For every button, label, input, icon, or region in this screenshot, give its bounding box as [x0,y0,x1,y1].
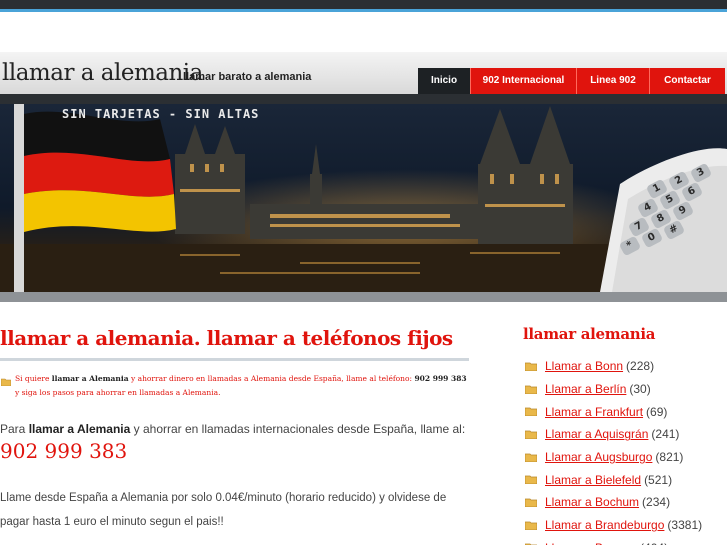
intro-paragraph: Para llamar a Alemania y ahorrar en llam… [0,422,466,436]
sidebar-item: Llamar a Berlín (30) [525,378,702,401]
main-nav: Inicio 902 Internacional Linea 902 Conta… [418,68,725,94]
folder-icon [525,385,537,394]
title-divider [0,358,469,361]
banner-bottom-strip [0,292,727,302]
sidebar-item-link[interactable]: Llamar a Berlín [545,382,626,396]
sidebar-title: llamar alemania [523,325,656,343]
phone-number[interactable]: 902 999 383 [0,439,127,463]
sidebar-item: Llamar a Bonn (228) [525,355,702,378]
folder-icon [525,453,537,462]
sidebar-item-link[interactable]: Llamar a Bochum [545,495,639,509]
sidebar-item-count: (228) [626,359,655,374]
page-title: llamar a alemania. llamar a teléfonos fi… [0,326,453,350]
sidebar-item: Llamar a Aquisgrán (241) [525,423,702,446]
sidebar-item-link[interactable]: Llamar a Bremen [545,541,637,545]
site-tagline: llamar barato a alemania [183,71,312,83]
folder-icon [525,498,537,507]
folder-icon [525,407,537,417]
banner-slogan: SIN TARJETAS - SIN ALTAS [62,107,260,121]
header-divider [0,94,727,104]
sidebar-item: Llamar a Brandeburgo (3381) [525,514,702,537]
sidebar-item-count: (241) [651,427,680,442]
sidebar-item-link[interactable]: Llamar a Frankfurt [545,405,643,419]
nav-item-linea-902[interactable]: Linea 902 [576,68,649,94]
sidebar-city-list: Llamar a Bonn (228) Llamar a Berlín (30) Lla… [525,355,702,545]
folder-icon [525,430,537,439]
nav-item-902-internacional[interactable]: 902 Internacional [470,68,576,94]
banner-cologne-illustration [0,104,727,292]
sidebar-item: Llamar a Frankfurt (69) [525,400,702,423]
sidebar-item-link[interactable]: Llamar a Augsburgo [545,450,652,464]
sidebar-item: Llamar a Bielefeld (521) [525,468,702,491]
folder-icon [525,475,537,485]
sidebar-item-count: (69) [646,404,668,419]
sidebar-item-count: (30) [629,382,651,397]
sidebar-item-count: (521) [644,472,673,487]
sidebar-item-link[interactable]: Llamar a Brandeburgo [545,518,664,532]
sidebar-item-count: (234) [642,495,671,510]
sidebar-item-count: (404) [640,541,668,545]
sidebar-item-count: (821) [655,450,684,465]
sidebar-item: Llamar a Bochum (234) [525,491,702,514]
nav-item-contactar[interactable]: Contactar [649,68,725,94]
sidebar-item-count: (3381) [667,518,703,533]
pricing-paragraph: Llame desde España a Alemania por solo 0… [0,492,447,528]
sidebar-item: Llamar a Augsburgo (821) [525,446,702,469]
nav-item-inicio[interactable]: Inicio [418,68,470,94]
top-bar [0,0,727,9]
folder-icon [525,521,537,530]
top-accent-line [0,9,727,12]
folder-icon [1,378,11,386]
notice-text: Si quiere llamar a Alemania y ahorrar di… [15,374,467,397]
banner-image: SIN TARJETAS - SIN ALTAS 1 2 3 4 5 6 7 8 9 * 0 # [0,104,727,292]
site-title[interactable]: llamar a alemania [2,60,203,86]
sidebar-item: Llamar a Bremen(404) [525,537,702,545]
sidebar-item-link[interactable]: Llamar a Aquisgrán [545,427,648,441]
folder-icon [525,362,537,371]
sidebar-item-link[interactable]: Llamar a Bonn [545,359,623,373]
sidebar-item-link[interactable]: Llamar a Bielefeld [545,473,641,487]
